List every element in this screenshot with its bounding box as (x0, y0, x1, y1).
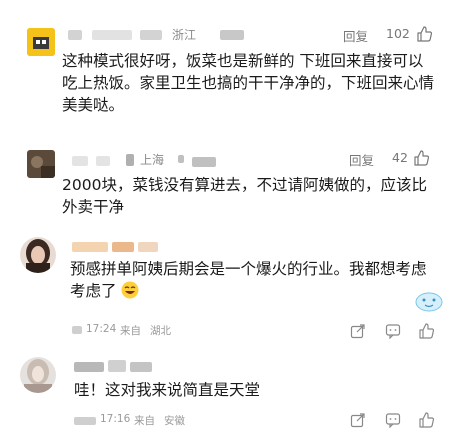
username-blurred[interactable] (96, 156, 110, 166)
username-blurred (178, 155, 184, 163)
reply-button[interactable]: 回复 (343, 26, 368, 45)
share-icon[interactable] (350, 412, 366, 428)
thumbs-up-icon[interactable] (416, 26, 432, 42)
comment-text: 2000块，菜钱没有算进去，不过请阿姨做的，应该比 外卖干净 (62, 176, 427, 216)
username-blurred[interactable] (92, 30, 132, 40)
user-badge-blurred (72, 326, 82, 334)
timestamp: 17:16 (100, 413, 131, 425)
username-blurred[interactable] (112, 242, 134, 252)
username-blurred[interactable] (68, 30, 82, 40)
thumbs-up-icon[interactable] (418, 323, 434, 339)
from-label: 来自 (134, 415, 155, 427)
avatar[interactable] (20, 357, 56, 393)
avatar[interactable] (20, 237, 56, 273)
comment-text: 预感拼单阿姨后期会是一个爆火的行业。我都想考虑 考虑了 (70, 260, 427, 300)
thumbs-up-icon[interactable] (413, 150, 429, 166)
comment-icon[interactable] (385, 323, 401, 339)
avatar[interactable] (27, 28, 55, 56)
username-blurred[interactable] (72, 156, 88, 166)
username-blurred[interactable] (138, 242, 158, 252)
from-label: 来自 (120, 325, 141, 337)
avatar[interactable] (27, 150, 55, 178)
comment-1: 浙江 回复 102 这种模式很好呀，饭菜也是新鲜的 下班回来直接可以 吃上热饭。… (0, 0, 450, 140)
location-label: 安徽 (164, 415, 185, 427)
username-blurred (192, 157, 216, 167)
location-label: 湖北 (150, 325, 171, 337)
location-label: 上海 (140, 153, 165, 167)
like-count: 102 (386, 26, 410, 41)
user-badge-blurred (74, 417, 96, 425)
comment-text: 哇！这对我来说简直是天堂 (74, 381, 261, 399)
username-blurred[interactable] (72, 242, 108, 252)
thumbs-up-icon[interactable] (418, 412, 434, 428)
sticker-icon (415, 292, 443, 312)
username-blurred[interactable] (108, 360, 126, 372)
username-blurred[interactable] (140, 30, 162, 40)
share-icon[interactable] (350, 323, 366, 339)
location-label: 浙江 (172, 28, 197, 42)
timestamp: 17:24 (86, 323, 117, 335)
reply-button[interactable]: 回复 (349, 150, 374, 169)
comment-2: 上海 回复 42 2000块，菜钱没有算进去，不过请阿姨做的，应该比 外卖干净 (0, 140, 450, 230)
username-blurred[interactable] (74, 362, 104, 372)
laugh-emoji (121, 281, 139, 299)
comment-3: 预感拼单阿姨后期会是一个爆火的行业。我都想考虑 考虑了 17:24 来自 湖北 (0, 230, 450, 345)
username-blurred (220, 30, 244, 40)
comment-text: 这种模式很好呀，饭菜也是新鲜的 下班回来直接可以 吃上热饭。家里卫生也搞的干干净… (62, 52, 435, 114)
comment-4: 哇！这对我来说简直是天堂 17:16 来自 安徽 (0, 345, 450, 448)
username-blurred[interactable] (130, 362, 152, 372)
like-count: 42 (392, 150, 408, 165)
username-blurred[interactable] (126, 154, 134, 166)
comment-icon[interactable] (385, 412, 401, 428)
